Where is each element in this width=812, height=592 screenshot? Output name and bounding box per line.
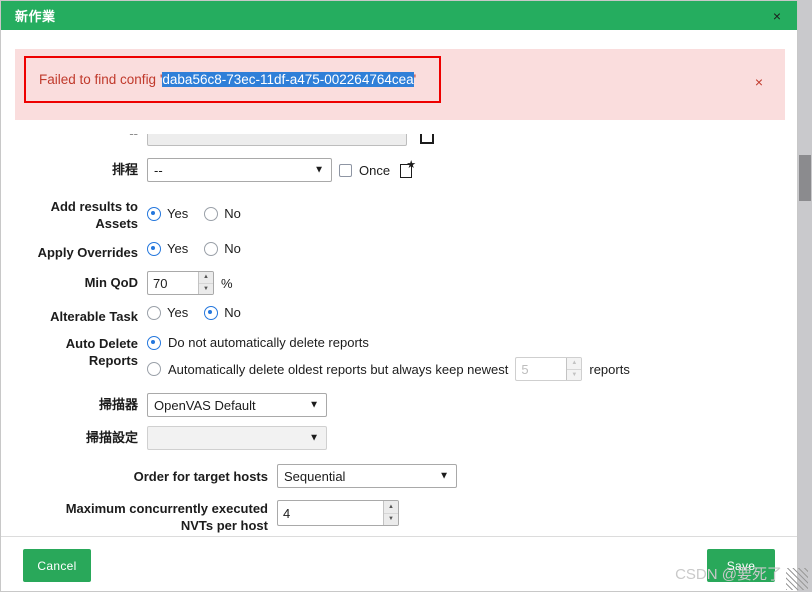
- scanner-label: 掃描器: [98, 397, 138, 412]
- add-results-to-assets-label: Add results to Assets: [50, 199, 138, 231]
- max-nvts-decrement-icon[interactable]: ▼: [384, 514, 398, 526]
- min-qod-unit: %: [221, 275, 233, 291]
- error-banner: Failed to find config 'daba56c8-73ec-11d…: [15, 49, 785, 120]
- min-qod-label: Min QoD: [84, 275, 138, 290]
- max-nvts-increment-icon[interactable]: ▲: [384, 501, 398, 514]
- min-qod-increment-icon[interactable]: ▲: [199, 272, 213, 284]
- error-highlight-box: Failed to find config 'daba56c8-73ec-11d…: [24, 56, 441, 103]
- auto-delete-increment-icon[interactable]: ▲: [567, 358, 582, 370]
- error-message-suffix: ': [413, 72, 417, 87]
- clipped-field-icon[interactable]: [420, 134, 434, 144]
- new-task-dialog: 新作業 × Failed to find config 'daba56c8-73…: [0, 0, 798, 592]
- clipped-field-row: --: [1, 134, 797, 148]
- alterable-task-yes-group[interactable]: Yes: [147, 305, 197, 320]
- alterable-task-label: Alterable Task: [50, 309, 138, 324]
- save-button[interactable]: Save: [707, 549, 775, 582]
- auto-delete-keep-spinner[interactable]: ▲ ▼: [515, 357, 583, 381]
- max-nvts-stepper[interactable]: ▲ ▼: [383, 501, 398, 525]
- field-row-add-results-to-assets: Add results to Assets Yes No: [1, 198, 797, 232]
- close-icon[interactable]: ×: [769, 7, 785, 25]
- auto-delete-reports-label: Auto Delete Reports: [65, 336, 138, 368]
- error-message-prefix: Failed to find config ': [39, 72, 163, 87]
- clipped-field-label: --: [1, 134, 147, 141]
- field-row-max-nvts: Maximum concurrently executed NVTs per ho…: [1, 500, 797, 534]
- add-results-yes-label: Yes: [167, 206, 189, 221]
- field-row-schedule: 排程 -- ▼ Once ★: [1, 158, 797, 182]
- auto-delete-keep-input[interactable]: [516, 358, 567, 380]
- field-row-scan-config: 掃描設定 ▼: [1, 426, 797, 450]
- once-label: Once: [359, 162, 391, 178]
- field-row-min-qod: Min QoD ▲ ▼ %: [1, 271, 797, 295]
- add-results-no-radio[interactable]: [204, 206, 219, 221]
- error-close-icon[interactable]: ×: [755, 75, 763, 89]
- auto-delete-decrement-icon[interactable]: ▼: [567, 370, 581, 381]
- new-schedule-icon[interactable]: ★: [400, 160, 416, 178]
- apply-overrides-no-group[interactable]: No: [204, 241, 250, 256]
- order-target-hosts-select-wrap: Sequential ▼: [277, 464, 457, 488]
- max-nvts-input[interactable]: [278, 501, 383, 525]
- alterable-task-yes-label: Yes: [167, 305, 189, 320]
- auto-delete-never-label: Do not automatically delete reports: [168, 335, 369, 350]
- field-row-order-target-hosts: Order for target hosts Sequential ▼: [1, 464, 797, 488]
- order-target-hosts-select[interactable]: Sequential: [277, 464, 457, 488]
- apply-overrides-no-label: No: [224, 241, 241, 256]
- error-message: Failed to find config 'daba56c8-73ec-11d…: [39, 72, 416, 87]
- auto-delete-keep-stepper[interactable]: ▲ ▼: [566, 358, 582, 381]
- alterable-task-no-group[interactable]: No: [204, 305, 250, 320]
- add-results-no-label: No: [224, 206, 241, 221]
- auto-delete-keep-radio[interactable]: [147, 362, 161, 376]
- scan-config-select[interactable]: [147, 426, 327, 450]
- alterable-task-no-label: No: [224, 305, 241, 320]
- min-qod-decrement-icon[interactable]: ▼: [199, 284, 213, 295]
- add-results-yes-radio[interactable]: [147, 206, 161, 221]
- schedule-select[interactable]: --: [147, 158, 332, 182]
- schedule-select-wrap: -- ▼: [147, 158, 332, 182]
- alterable-task-yes-radio[interactable]: [147, 305, 161, 320]
- field-row-scanner: 掃描器 OpenVAS Default ▼: [1, 393, 797, 417]
- max-nvts-label: Maximum concurrently executed NVTs per ho…: [65, 501, 268, 533]
- apply-overrides-yes-label: Yes: [167, 241, 189, 256]
- add-results-no-group[interactable]: No: [204, 206, 250, 221]
- dialog-titlebar: 新作業 ×: [1, 1, 797, 30]
- clipped-field-input[interactable]: [147, 134, 407, 146]
- min-qod-stepper[interactable]: ▲ ▼: [198, 272, 213, 294]
- apply-overrides-yes-radio[interactable]: [147, 241, 161, 256]
- apply-overrides-yes-group[interactable]: Yes: [147, 241, 197, 256]
- error-uuid-selection[interactable]: daba56c8-73ec-11df-a475-002264764cea: [162, 72, 414, 87]
- field-row-alterable-task: Alterable Task Yes No: [1, 305, 797, 325]
- min-qod-spinner[interactable]: ▲ ▼: [147, 271, 214, 295]
- scan-config-select-wrap: ▼: [147, 426, 327, 450]
- apply-overrides-no-radio[interactable]: [204, 241, 219, 256]
- cancel-button[interactable]: Cancel: [23, 549, 91, 582]
- min-qod-input[interactable]: [148, 272, 198, 294]
- order-target-hosts-label: Order for target hosts: [133, 469, 268, 484]
- auto-delete-keep-row[interactable]: Automatically delete oldest reports but …: [147, 357, 630, 381]
- alterable-task-no-radio[interactable]: [204, 305, 219, 320]
- field-row-apply-overrides: Apply Overrides Yes No: [1, 241, 797, 261]
- add-results-yes-group[interactable]: Yes: [147, 206, 197, 221]
- max-nvts-spinner[interactable]: ▲ ▼: [277, 500, 399, 526]
- field-row-auto-delete-reports: Auto Delete Reports Do not automatically …: [1, 335, 797, 381]
- scanner-select[interactable]: OpenVAS Default: [147, 393, 327, 417]
- schedule-label: 排程: [111, 162, 138, 177]
- scanner-select-wrap: OpenVAS Default ▼: [147, 393, 327, 417]
- page-scrollbar[interactable]: [798, 0, 812, 592]
- dialog-footer: Cancel Save: [1, 536, 797, 591]
- auto-delete-keep-label: Automatically delete oldest reports but …: [168, 361, 509, 377]
- task-form: -- 排程 -- ▼: [1, 134, 797, 536]
- auto-delete-never-radio[interactable]: [147, 335, 161, 350]
- apply-overrides-label: Apply Overrides: [37, 245, 138, 260]
- dialog-title: 新作業: [15, 9, 56, 24]
- page-scrollbar-thumb[interactable]: [799, 155, 811, 201]
- auto-delete-keep-suffix: reports: [589, 361, 630, 377]
- once-checkbox[interactable]: [339, 163, 352, 177]
- auto-delete-never-row[interactable]: Do not automatically delete reports: [147, 335, 630, 350]
- dialog-body: Failed to find config 'daba56c8-73ec-11d…: [1, 30, 797, 536]
- scan-config-label: 掃描設定: [85, 430, 138, 445]
